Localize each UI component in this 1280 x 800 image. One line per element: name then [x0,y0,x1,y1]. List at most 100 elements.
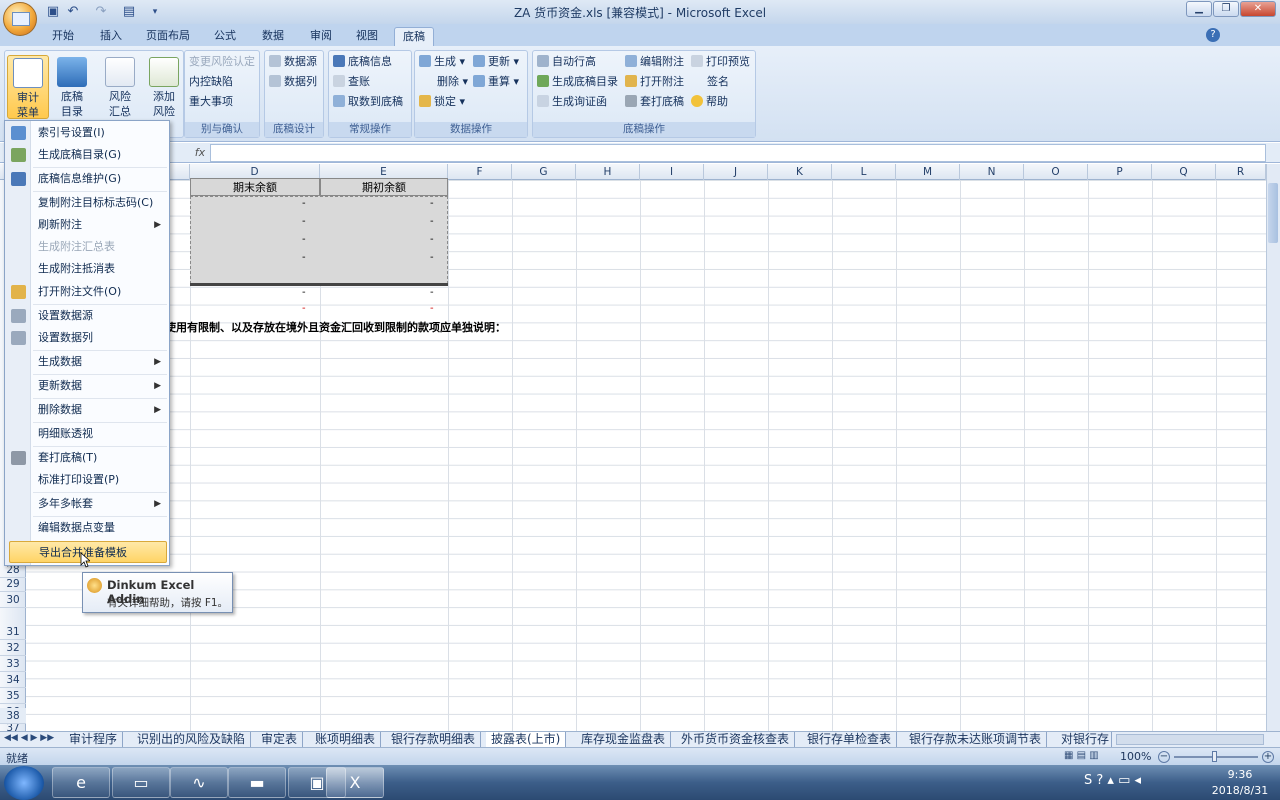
scrollbar-thumb[interactable] [1268,183,1278,243]
help-button[interactable]: 帮助 [691,93,728,111]
menu-item-ledger-pivot[interactable]: 明细账透视 [33,423,167,445]
gen-index-button[interactable]: 生成底稿目录 [537,73,618,91]
column-header[interactable]: G [512,164,576,180]
help-icon[interactable]: ? [1206,28,1220,42]
update-button[interactable]: 更新 ▾ [473,53,519,71]
menu-item-print-setting[interactable]: 标准打印设置(P) [33,469,167,491]
zoom-out-button[interactable]: − [1158,751,1170,763]
sheet-tab[interactable]: 审定表 [256,732,304,748]
column-header[interactable]: K [768,164,832,180]
sheet-tab[interactable]: 银行存款未达账项调节表 [904,732,1048,748]
column-header[interactable]: P [1088,164,1152,180]
vertical-scrollbar[interactable] [1266,164,1280,731]
menu-item-workpaper-info[interactable]: 底稿信息维护(G) [33,168,167,190]
fetch-data-button[interactable]: 取数到底稿 [333,93,403,111]
menu-item-generate-index[interactable]: 生成底稿目录(G) [33,144,167,166]
column-header[interactable]: Q [1152,164,1216,180]
recalc-button[interactable]: 重算 ▾ [473,73,519,91]
edit-notes-button[interactable]: 编辑附注 [625,53,684,71]
cell-value[interactable]: - [430,252,434,263]
zoom-level[interactable]: 100% [1120,750,1151,763]
row-header[interactable]: 31 [0,624,26,640]
cell-value[interactable]: - [430,198,434,209]
tab-view[interactable]: 视图 [348,27,386,46]
ie-icon[interactable]: e [52,767,110,798]
column-header[interactable]: M [896,164,960,180]
row-header[interactable]: 35 [0,688,26,704]
clock-date[interactable]: 2018/8/31 [1206,784,1274,797]
row-header[interactable]: 29 [0,576,26,592]
column-header[interactable]: O [1024,164,1088,180]
minimize-button[interactable]: ▁ [1186,1,1212,17]
tray-icons[interactable]: S ? ▴ ▭ ◂ [1084,773,1141,788]
change-risk-button[interactable]: 变更风险认定 [189,53,255,71]
column-header[interactable]: L [832,164,896,180]
tab-data[interactable]: 数据 [254,27,292,46]
zoom-slider-thumb[interactable] [1212,751,1217,762]
cell-value[interactable]: - [302,234,306,245]
menu-item-set-datasource[interactable]: 设置数据源 [33,305,167,327]
menu-item-delete-data[interactable]: 删除数据 ▶ [33,399,167,421]
cell-value[interactable]: - [430,216,434,227]
row-header[interactable]: 34 [0,672,26,688]
sheet-tab[interactable]: 库存现金监盘表 [576,732,672,748]
cell-value[interactable]: - [302,198,306,209]
menu-item-notes-summary[interactable]: 生成附注汇总表 [33,236,167,258]
workpaper-info-button[interactable]: 底稿信息 [333,53,392,71]
sheet-nav-arrows[interactable]: ◀◀ ◀ ▶ ▶▶ [4,733,54,743]
tab-home[interactable]: 开始 [44,27,82,46]
column-header[interactable]: I [640,164,704,180]
view-buttons[interactable]: ▦ ▤ ▥ [1064,750,1099,761]
zoom-in-button[interactable]: + [1262,751,1274,763]
gen-confirmation-button[interactable]: 生成询证函 [537,93,607,111]
internal-control-button[interactable]: 内控缺陷 [189,73,233,91]
cell-value[interactable]: - [302,252,306,263]
menu-item-edit-datapoint[interactable]: 编辑数据点变量 [33,517,167,539]
fx-icon[interactable]: fx [190,145,210,161]
sheet-tab[interactable]: 外币货币资金核查表 [676,732,796,748]
tab-review[interactable]: 审阅 [302,27,340,46]
menu-item-set-datacolumn[interactable]: 设置数据列 [33,327,167,349]
sheet-tab[interactable]: 银行存款明细表 [386,732,482,748]
risk-summary-button[interactable]: 风险 汇总 [99,55,141,119]
workpaper-index-button[interactable]: 底稿 目录 [51,55,93,119]
menu-item-refresh-notes[interactable]: 刷新附注 ▶ [33,214,167,236]
menu-item-multi-year[interactable]: 多年多帐套 ▶ [33,493,167,515]
clock-time[interactable]: 9:36 [1210,768,1270,781]
row-header[interactable]: 33 [0,656,26,672]
sign-button[interactable]: 签名 [707,73,729,91]
menu-item-generate-data[interactable]: 生成数据 ▶ [33,351,167,373]
row-header[interactable]: 30 [0,592,26,608]
folder-icon[interactable]: ▭ [112,767,170,798]
menu-item-open-notes[interactable]: 打开附注文件(O) [33,281,167,303]
menu-item-index-setting[interactable]: 索引号设置(I) [33,122,167,144]
horizontal-scrollbar[interactable] [1116,734,1264,745]
cell-value[interactable]: - [430,234,434,245]
generate-button[interactable]: 生成 ▾ [419,53,465,71]
open-notes-button[interactable]: 打开附注 [625,73,684,91]
column-header[interactable]: H [576,164,640,180]
sheet-tab[interactable]: 对银行存 [1056,732,1112,748]
sheet-tab[interactable]: 账项明细表 [310,732,382,748]
sheet-tab-active[interactable]: 披露表(上市) [486,732,567,748]
tab-insert[interactable]: 插入 [92,27,130,46]
restore-button[interactable]: ❐ [1213,1,1239,17]
column-header[interactable]: F [448,164,512,180]
datasource-button[interactable]: 数据源 [269,53,317,71]
sheet-tab[interactable]: 银行存单检查表 [802,732,898,748]
cell-value[interactable]: - [302,216,306,227]
menu-item-update-data[interactable]: 更新数据 ▶ [33,375,167,397]
monitor-app-icon[interactable]: ∿ [170,767,228,798]
disclosure-note[interactable]: 使用有限制、以及存放在境外且资金汇回收到限制的款项应单独说明： [165,319,506,335]
tab-page-layout[interactable]: 页面布局 [138,27,198,46]
tab-formulas[interactable]: 公式 [206,27,244,46]
column-header[interactable]: N [960,164,1024,180]
excel-app-icon[interactable]: X [326,767,384,798]
office-button[interactable] [3,2,37,36]
column-header[interactable]: J [704,164,768,180]
datacolumn-button[interactable]: 数据列 [269,73,317,91]
start-button[interactable] [4,766,44,800]
header-opening-balance[interactable]: 期初余额 [320,178,448,196]
row-header[interactable]: 32 [0,640,26,656]
menu-item-copy-note-code[interactable]: 复制附注目标标志码(C) [33,192,167,214]
